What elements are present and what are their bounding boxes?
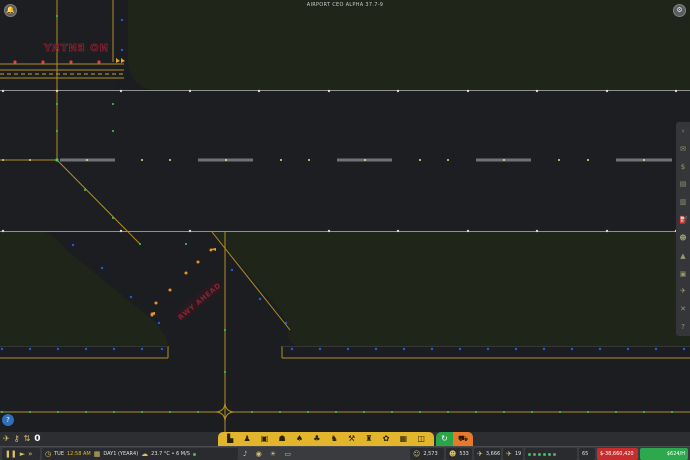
doors-icon[interactable]: ◫: [417, 432, 425, 446]
vehicles-tab[interactable]: ⛟: [453, 432, 473, 446]
pump-icon[interactable]: ⛽: [679, 216, 688, 224]
income-value: $624/H: [666, 451, 685, 457]
bell-icon: 🔔: [6, 6, 15, 14]
weather-icon: ☁: [141, 450, 149, 458]
finance-tab[interactable]: ↻: [436, 432, 453, 446]
right-side-panel: › ✉ $ ▤ ▥ ⛽ ☻ ▲ ▣ ✈ ✕ ?: [676, 122, 690, 336]
pause-icon[interactable]: ❚❚: [5, 448, 17, 460]
clock-time: 12:58 AM: [66, 451, 91, 457]
walker-icon[interactable]: ♟: [243, 432, 250, 446]
family-icon[interactable]: ♣: [313, 432, 320, 446]
left-tools: ✈ ⚷ ⇅ 0: [3, 432, 41, 446]
plane-icon[interactable]: ✈: [3, 433, 10, 445]
employee-icon: ☻: [449, 450, 457, 458]
employees-stat[interactable]: ☻ 533: [446, 448, 472, 460]
passenger-icon: ☺: [413, 450, 421, 458]
departures-icon: ✈: [477, 450, 483, 458]
chevron-right-icon[interactable]: ›: [679, 127, 687, 135]
eye-icon[interactable]: ◉: [256, 448, 262, 460]
clock-icon: ◷: [45, 450, 52, 458]
airport-title: AIRPORT CEO ALPHA 37.7-9: [306, 2, 384, 8]
passenger-count: 2,573: [423, 451, 438, 457]
table-icon[interactable]: ▦: [400, 432, 408, 446]
fast-forward-icon[interactable]: »: [28, 448, 32, 460]
refresh-icon: ↻: [441, 434, 448, 443]
passengers-stat[interactable]: ☺ 2,573: [410, 448, 444, 460]
group-icon[interactable]: ♞: [331, 432, 338, 446]
tools-icon[interactable]: ✕: [679, 305, 687, 313]
game-world-map[interactable]: NO ENTRY RWY AHEAD: [0, 0, 690, 460]
balance-value: $-38,660,420: [600, 451, 634, 457]
income-display[interactable]: $624/H: [640, 448, 688, 460]
plane-icon[interactable]: ✈: [679, 287, 687, 295]
speed-controls: ❚❚ ► »: [2, 448, 40, 460]
music-icon[interactable]: ♪: [243, 448, 247, 460]
weather-indicator: [192, 452, 196, 456]
money-icon[interactable]: $: [679, 163, 687, 171]
help-icon[interactable]: ?: [679, 323, 687, 331]
user-icon[interactable]: ☗: [279, 432, 286, 446]
bus-icon[interactable]: ▣: [261, 432, 269, 446]
employee-count: 533: [459, 451, 469, 457]
chair-icon[interactable]: ♜: [365, 432, 372, 446]
gear-icon: ⚙: [676, 6, 683, 14]
stats-icon[interactable]: ▥: [679, 198, 687, 206]
truck-icon: ⛟: [457, 434, 469, 443]
calendar-icon: ▦: [93, 450, 101, 458]
chart-icon[interactable]: ▤: [679, 180, 687, 188]
rating-value: 65: [582, 451, 589, 457]
status-lights: [528, 452, 556, 456]
lightbulb-icon[interactable]: ☀: [270, 448, 276, 460]
rating-stat[interactable]: 65: [579, 448, 595, 460]
quick-icons: ♪ ◉ ☀ ▭: [240, 448, 294, 460]
grass-top-right: [128, 0, 690, 90]
mail-icon[interactable]: ✉: [679, 145, 687, 153]
aircraft-count: 19: [514, 451, 522, 457]
status-bar: ❚❚ ► » ◷ TUE 12:58 AM ▦ DAY1 (YEAR4) ☁ 2…: [0, 446, 690, 460]
weather-readout: 23.7 °C • 6 M/S: [151, 451, 190, 457]
building-icon[interactable]: ▲: [679, 252, 687, 260]
flower-icon[interactable]: ✿: [383, 432, 390, 446]
notifications-button[interactable]: 🔔: [4, 4, 17, 17]
settings-button[interactable]: ⚙: [673, 4, 686, 17]
bus-icon[interactable]: ▣: [679, 270, 687, 278]
flights-stat[interactable]: ✈ 3,666: [474, 448, 501, 460]
person-icon[interactable]: ☻: [679, 234, 687, 242]
bag-icon[interactable]: ▭: [284, 448, 291, 460]
day-counter: DAY1 (YEAR4): [103, 451, 139, 457]
contracts-icon[interactable]: ⇅: [24, 433, 31, 445]
play-icon[interactable]: ►: [20, 448, 25, 460]
crane-icon[interactable]: ⚒: [348, 432, 355, 446]
balance-display[interactable]: $-38,660,420: [597, 448, 638, 460]
help-button[interactable]: ?: [2, 414, 14, 426]
day-of-week: TUE: [54, 451, 64, 457]
no-entry-marking: NO ENTRY: [43, 43, 108, 54]
aircraft-icon: ✈: [506, 450, 512, 458]
build-toolbar: ▙ ♟ ▣ ☗ ♠ ♣ ♞ ⚒ ♜ ✿ ▦ ◫: [218, 432, 434, 446]
time-weather-panel: ◷ TUE 12:58 AM ▦ DAY1 (YEAR4) ☁ 23.7 °C …: [42, 448, 238, 460]
contracts-count: 0: [34, 434, 41, 444]
key-icon[interactable]: ⚷: [14, 433, 20, 445]
desk-icon[interactable]: ▙: [227, 432, 233, 446]
status-indicators: [525, 448, 577, 460]
flight-count: 3,666: [485, 451, 501, 457]
toilet-icon[interactable]: ♠: [296, 432, 303, 446]
aircraft-stat[interactable]: ✈ 19: [503, 448, 523, 460]
